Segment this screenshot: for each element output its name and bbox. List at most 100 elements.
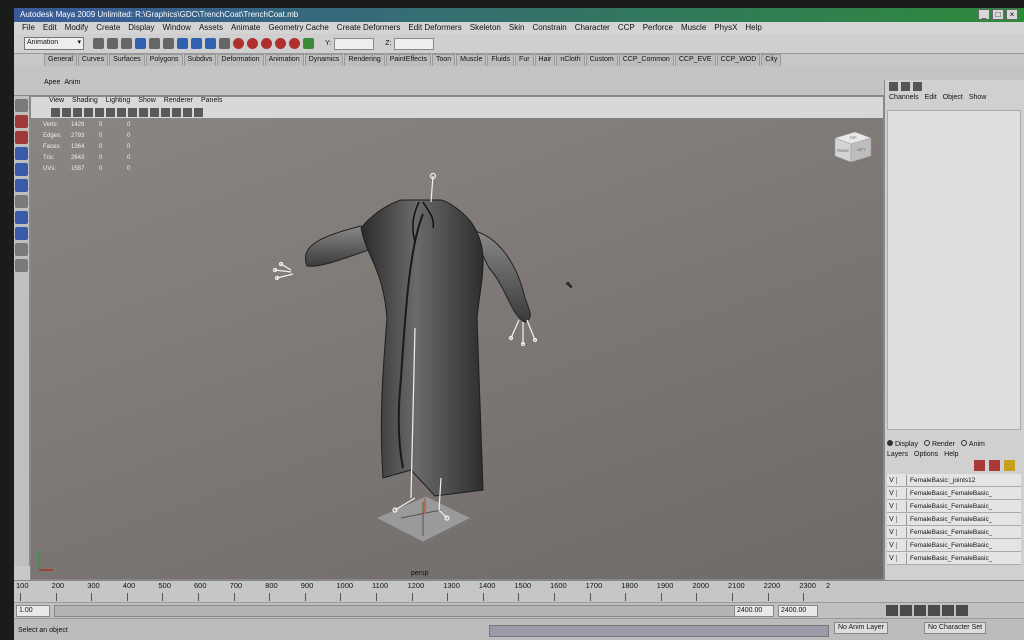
layer-row[interactable]: V FemaleBasic_FemaleBasic_ xyxy=(887,487,1021,500)
textured-icon[interactable] xyxy=(139,108,148,117)
layer-row[interactable]: V FemaleBasic_FemaleBasic_ xyxy=(887,500,1021,513)
step-back-icon[interactable] xyxy=(900,605,912,616)
menu-file[interactable]: File xyxy=(22,23,35,33)
move-tool-icon[interactable] xyxy=(15,147,28,160)
select-component-icon[interactable] xyxy=(163,38,174,49)
channel-menu-show[interactable]: Show xyxy=(969,94,987,104)
shelf-tab-hair[interactable]: Hair xyxy=(534,54,556,66)
panel-menu-lighting[interactable]: Lighting xyxy=(106,97,131,107)
play-forward-icon[interactable] xyxy=(928,605,940,616)
layer-playback-toggle[interactable] xyxy=(897,513,907,525)
layer-visibility-toggle[interactable]: V xyxy=(887,528,897,536)
paint-select-icon[interactable] xyxy=(15,131,28,144)
new-layer-icon[interactable] xyxy=(974,460,985,471)
layer-visibility-toggle[interactable]: V xyxy=(887,502,897,510)
shelf-button-anim[interactable]: Anim xyxy=(64,79,80,86)
shelf-tab-fur[interactable]: Fur xyxy=(515,54,534,66)
select-tool-icon[interactable] xyxy=(15,99,28,112)
menu-perforce[interactable]: Perforce xyxy=(643,23,673,33)
menu-create-deformers[interactable]: Create Deformers xyxy=(337,23,401,33)
shelf-tab-subdivs[interactable]: Subdivs xyxy=(183,54,217,66)
trench-coat-model[interactable] xyxy=(304,199,531,497)
layer-visibility-toggle[interactable]: V xyxy=(887,515,897,523)
shelf-tab-surfaces[interactable]: Surfaces xyxy=(109,54,145,66)
layer-visibility-toggle[interactable]: V xyxy=(887,476,897,484)
menu-ccp[interactable]: CCP xyxy=(618,23,635,33)
new-layer-selected-icon[interactable] xyxy=(989,460,1000,471)
shelf-tab-rendering[interactable]: Rendering xyxy=(344,54,385,66)
range-slider[interactable] xyxy=(54,605,754,617)
channel-box[interactable] xyxy=(887,110,1021,430)
menu-geometry-cache[interactable]: Geometry Cache xyxy=(268,23,328,33)
shelf-tab-general[interactable]: General xyxy=(44,54,77,66)
layer-playback-toggle[interactable] xyxy=(897,539,907,551)
xray-icon[interactable] xyxy=(172,108,181,117)
z-field[interactable] xyxy=(394,37,435,50)
snap-curve-icon[interactable] xyxy=(191,38,202,49)
menu-window[interactable]: Window xyxy=(163,23,191,33)
attribute-editor-toggle-icon[interactable] xyxy=(901,82,910,91)
layer-menu-help[interactable]: Help xyxy=(944,451,958,458)
smooth-shade-icon[interactable] xyxy=(128,108,137,117)
wireframe-icon[interactable] xyxy=(117,108,126,117)
layer-playback-toggle[interactable] xyxy=(897,474,907,486)
hypershade-icon[interactable] xyxy=(289,38,300,49)
go-to-start-icon[interactable] xyxy=(886,605,898,616)
bookmark-icon[interactable] xyxy=(62,108,71,117)
layout-four-icon[interactable] xyxy=(15,227,28,240)
menu-display[interactable]: Display xyxy=(128,23,154,33)
shelf-tab-polygons[interactable]: Polygons xyxy=(145,54,183,66)
layout-single-icon[interactable] xyxy=(15,211,28,224)
menu-edit[interactable]: Edit xyxy=(43,23,57,33)
panel-menu-panels[interactable]: Panels xyxy=(201,97,222,107)
y-field[interactable] xyxy=(334,37,375,50)
grid-icon[interactable] xyxy=(84,108,93,117)
shelf-tab-painteffects[interactable]: PaintEffects xyxy=(385,54,431,66)
shelf-tab-ccp-eve[interactable]: CCP_EVE xyxy=(674,54,716,66)
lasso-tool-icon[interactable] xyxy=(15,115,28,128)
shelf-tab-dynamics[interactable]: Dynamics xyxy=(304,54,344,66)
menu-physx[interactable]: PhysX xyxy=(714,23,737,33)
open-scene-icon[interactable] xyxy=(107,38,118,49)
menu-skin[interactable]: Skin xyxy=(509,23,525,33)
shelf-tab-curves[interactable]: Curves xyxy=(77,54,109,66)
rotate-tool-icon[interactable] xyxy=(15,163,28,176)
layer-row[interactable]: V FemaleBasic_FemaleBasic_ xyxy=(887,526,1021,539)
play-back-icon[interactable] xyxy=(914,605,926,616)
snap-surface-icon[interactable] xyxy=(219,38,230,49)
range-start-field[interactable]: 1.00 xyxy=(16,605,50,617)
shelf-tab-toon[interactable]: Toon xyxy=(431,54,456,66)
new-scene-icon[interactable] xyxy=(93,38,104,49)
menu-create[interactable]: Create xyxy=(96,23,120,33)
shelf-tab-city[interactable]: City xyxy=(761,54,782,66)
layer-row[interactable]: V FemaleBasic:_joints12 xyxy=(887,474,1021,487)
radio-render[interactable]: Render xyxy=(923,440,955,448)
command-line[interactable] xyxy=(489,625,829,637)
input-line-icon[interactable] xyxy=(303,38,314,49)
panel-menu-shading[interactable]: Shading xyxy=(72,97,98,107)
menu-help[interactable]: Help xyxy=(745,23,761,33)
layer-playback-toggle[interactable] xyxy=(897,487,907,499)
history-icon[interactable] xyxy=(233,38,244,49)
playback-end-field[interactable]: 2400.00 xyxy=(778,605,818,617)
snap-grid-icon[interactable] xyxy=(177,38,188,49)
menu-animate[interactable]: Animate xyxy=(231,23,260,33)
resolution-gate-icon[interactable] xyxy=(106,108,115,117)
save-scene-icon[interactable] xyxy=(121,38,132,49)
select-object-icon[interactable] xyxy=(149,38,160,49)
minimize-button[interactable]: _ xyxy=(978,9,990,20)
panel-menu-view[interactable]: View xyxy=(49,97,64,107)
layer-visibility-toggle[interactable]: V xyxy=(887,489,897,497)
shadows-icon[interactable] xyxy=(161,108,170,117)
panel-menu-renderer[interactable]: Renderer xyxy=(164,97,193,107)
character-set-selector[interactable]: No Character Set xyxy=(924,622,987,634)
radio-anim[interactable]: Anim xyxy=(960,440,985,448)
render-settings-icon[interactable] xyxy=(275,38,286,49)
layer-options-icon[interactable] xyxy=(1004,460,1015,471)
shelf-button-apee[interactable]: Apee xyxy=(44,79,60,86)
layer-visibility-toggle[interactable]: V xyxy=(887,554,897,562)
shelf-tab-fluids[interactable]: Fluids xyxy=(487,54,515,66)
camera-attributes-icon[interactable] xyxy=(51,108,60,117)
layer-row[interactable]: V FemaleBasic_FemaleBasic_ xyxy=(887,513,1021,526)
menu-edit-deformers[interactable]: Edit Deformers xyxy=(408,23,461,33)
